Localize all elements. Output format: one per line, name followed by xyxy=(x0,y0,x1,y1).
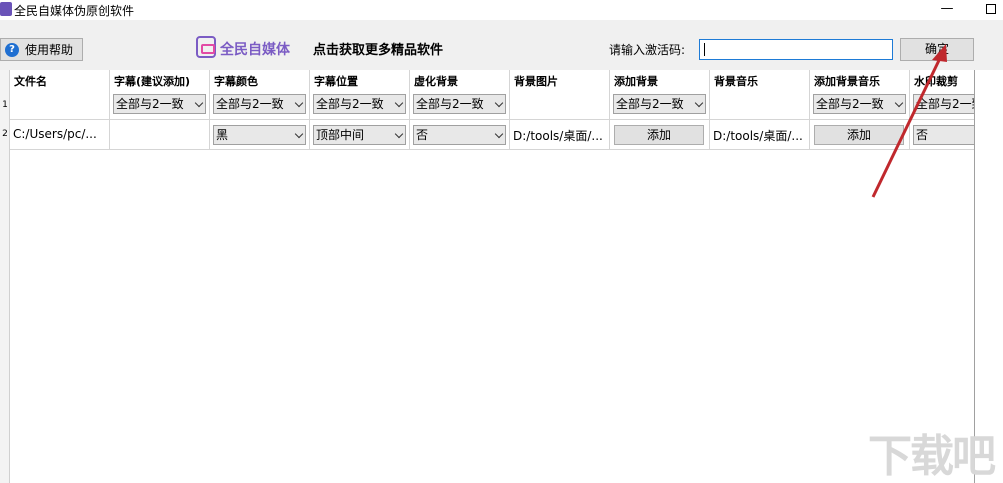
brand-logo-icon xyxy=(196,36,216,58)
text-caret xyxy=(704,43,705,56)
table-cell[interactable]: 添加 xyxy=(610,120,710,150)
column-header: 文件名 xyxy=(10,70,110,120)
table-cell[interactable]: 黑 xyxy=(210,120,310,150)
row-number: 2 xyxy=(2,129,8,139)
dropdown-value: 否 xyxy=(416,128,429,142)
column-header-label: 添加背景 xyxy=(614,75,658,88)
cell-dropdown[interactable]: 黑 xyxy=(213,125,306,145)
column-header: 水印裁剪全部与2一致 xyxy=(910,70,974,120)
column-header: 字幕颜色全部与2一致 xyxy=(210,70,310,120)
table-cell[interactable]: 顶部中间 xyxy=(310,120,410,150)
column-header: 虚化背景全部与2一致 xyxy=(410,70,510,120)
table-cell xyxy=(110,120,210,150)
cell-dropdown[interactable]: 否 xyxy=(913,125,974,145)
column-header-label: 字幕位置 xyxy=(314,75,358,88)
dropdown-value: 全部与2一致 xyxy=(816,97,884,111)
add-button[interactable]: 添加 xyxy=(614,125,704,145)
chevron-down-icon xyxy=(194,98,204,108)
column-header-label: 虚化背景 xyxy=(414,75,458,88)
add-button[interactable]: 添加 xyxy=(814,125,904,145)
column-header-label: 添加背景音乐 xyxy=(814,75,880,88)
column-header-label: 水印裁剪 xyxy=(914,75,958,88)
help-icon: ? xyxy=(5,42,19,57)
dropdown-value: 否 xyxy=(916,128,929,142)
minimize-button[interactable]: — xyxy=(932,0,962,20)
apply-all-dropdown[interactable]: 全部与2一致 xyxy=(213,94,306,114)
activation-code-label: 请输入激活码: xyxy=(609,43,686,57)
chevron-down-icon xyxy=(494,98,504,108)
apply-all-dropdown[interactable]: 全部与2一致 xyxy=(413,94,506,114)
cell-value: C:/Users/pc/... xyxy=(13,127,97,141)
column-header-label: 背景音乐 xyxy=(714,75,758,88)
column-header: 背景音乐 xyxy=(710,70,810,120)
dropdown-value: 全部与2一致 xyxy=(116,97,184,111)
table-cell[interactable]: D:/tools/桌面/... xyxy=(710,120,810,150)
app-icon xyxy=(0,2,12,16)
dropdown-value: 全部与2一致 xyxy=(616,97,684,111)
title-bar: 全民自媒体伪原创软件 — xyxy=(0,0,1003,20)
chevron-down-icon xyxy=(394,129,404,139)
chevron-down-icon xyxy=(894,98,904,108)
dropdown-value: 全部与2一致 xyxy=(416,97,484,111)
dropdown-value: 全部与2一致 xyxy=(916,97,974,111)
row-header-column: 1 2 xyxy=(0,70,10,483)
apply-all-dropdown[interactable]: 全部与2一致 xyxy=(813,94,906,114)
window-title: 全民自媒体伪原创软件 xyxy=(14,4,135,18)
grid-viewport: 1 2 文件名 字幕(建议添加) 全部与2一致 字幕颜色 全部与2一致 字幕位置 全部与2一… xyxy=(0,70,975,483)
column-header: 添加背景音乐 全部与2一致 xyxy=(810,70,910,120)
more-software-link[interactable]: 点击获取更多精品软件 xyxy=(313,39,443,58)
dropdown-value: 全部与2一致 xyxy=(216,97,284,111)
row-number: 1 xyxy=(2,100,8,110)
maximize-button[interactable] xyxy=(976,0,1003,20)
help-button-label: 使用帮助 xyxy=(25,43,74,57)
chevron-down-icon xyxy=(694,98,704,108)
chevron-down-icon xyxy=(394,98,404,108)
column-header-label: 文件名 xyxy=(14,75,47,88)
help-button[interactable]: ? 使用帮助 xyxy=(0,38,83,61)
column-header-label: 字幕颜色 xyxy=(214,75,258,88)
chevron-down-icon xyxy=(494,129,504,139)
apply-all-dropdown[interactable]: 全部与2一致 xyxy=(913,94,974,114)
column-header: 字幕(建议添加) 全部与2一致 xyxy=(110,70,210,120)
dropdown-value: 黑 xyxy=(216,128,229,142)
cell-dropdown[interactable]: 顶部中间 xyxy=(313,125,406,145)
table-cell[interactable]: 否 xyxy=(410,120,510,150)
apply-all-dropdown[interactable]: 全部与2一致 xyxy=(313,94,406,114)
cell-value: D:/tools/桌面/... xyxy=(513,129,603,143)
column-header-label: 背景图片 xyxy=(514,75,558,88)
activation-code-input[interactable] xyxy=(699,39,893,60)
table-cell[interactable]: 否 xyxy=(910,120,974,150)
cell-value: D:/tools/桌面/... xyxy=(713,129,803,143)
table-cell[interactable]: C:/Users/pc/... xyxy=(10,120,110,150)
dropdown-value: 顶部中间 xyxy=(316,128,365,142)
maximize-icon xyxy=(986,4,996,14)
watermark-logo: 下载吧 xyxy=(868,431,996,482)
chevron-down-icon xyxy=(294,129,304,139)
toolbar: ? 使用帮助 全民自媒体 点击获取更多精品软件 请输入激活码: 确定 xyxy=(0,20,1003,70)
dropdown-value: 全部与2一致 xyxy=(316,97,384,111)
column-header: 添加背景全部与2一致 xyxy=(610,70,710,120)
brand-name: 全民自媒体 xyxy=(220,42,290,58)
cell-dropdown[interactable]: 否 xyxy=(413,125,506,145)
column-header-label: 字幕(建议添加) xyxy=(114,75,191,88)
column-header: 背景图片 xyxy=(510,70,610,120)
chevron-down-icon xyxy=(294,98,304,108)
data-grid: 1 2 文件名 字幕(建议添加) 全部与2一致 字幕颜色 全部与2一致 字幕位置 全部与2一… xyxy=(0,70,1003,483)
confirm-button[interactable]: 确定 xyxy=(900,38,974,61)
apply-all-dropdown[interactable]: 全部与2一致 xyxy=(113,94,206,114)
apply-all-dropdown[interactable]: 全部与2一致 xyxy=(613,94,706,114)
table-cell[interactable]: 添加 xyxy=(810,120,910,150)
column-header: 字幕位置全部与2一致 xyxy=(310,70,410,120)
table-cell[interactable]: D:/tools/桌面/... xyxy=(510,120,610,150)
